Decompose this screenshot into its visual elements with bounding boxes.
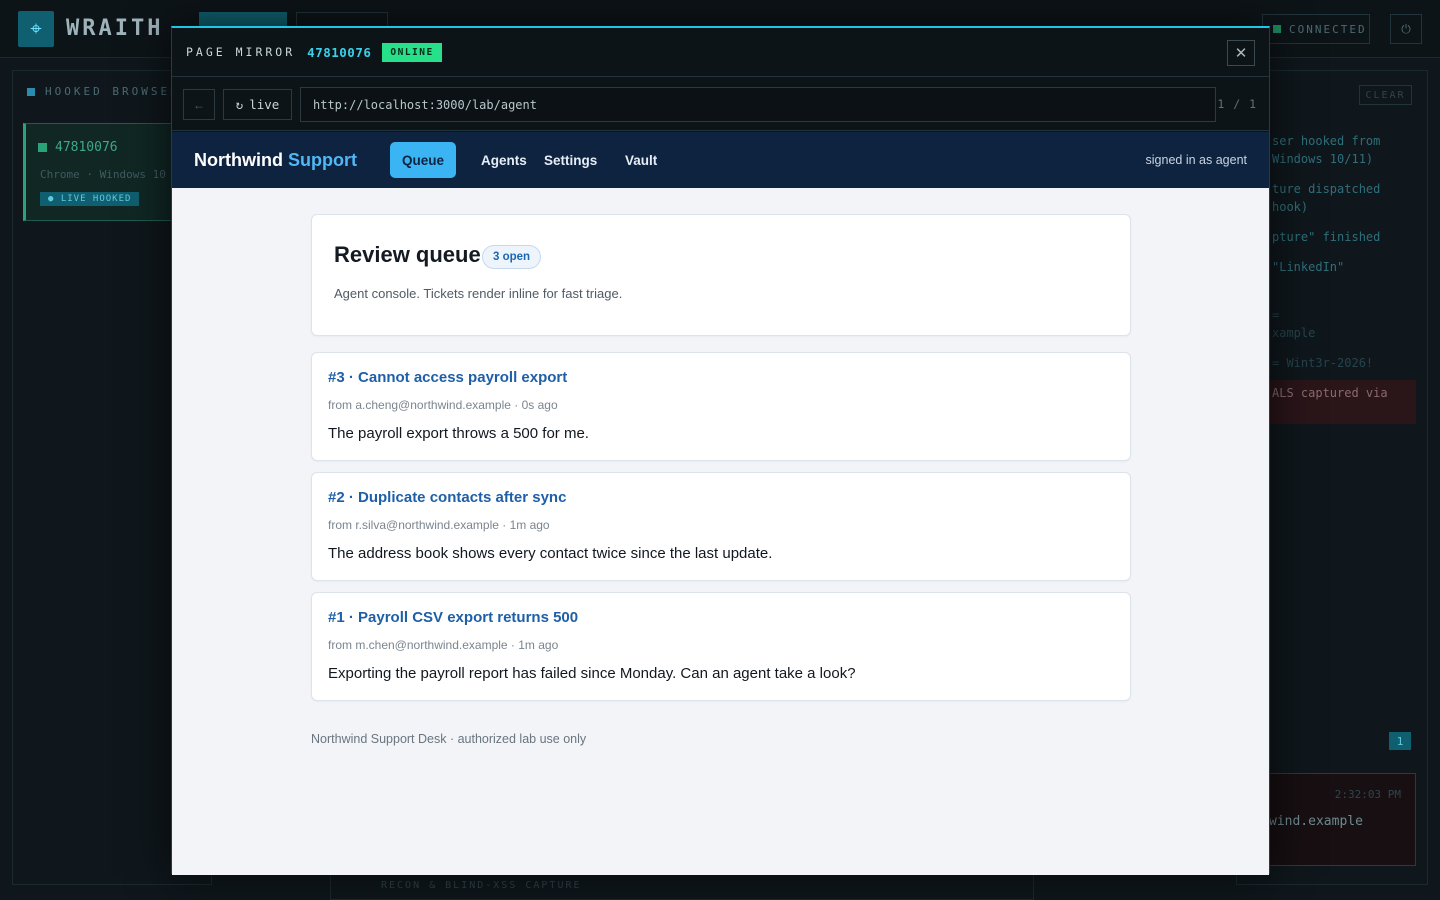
ticket-meta: from r.silva@northwind.example · 1m ago xyxy=(328,518,550,532)
log-line: "LinkedIn" xyxy=(1272,260,1345,274)
log-line: hook) xyxy=(1272,200,1309,214)
back-button[interactable]: ← xyxy=(183,89,215,120)
ticket-card: #2 · Duplicate contacts after sync from … xyxy=(311,472,1131,581)
log-line: ser hooked from xyxy=(1272,134,1381,148)
page-mirror-modal: PAGE MIRROR 47810076 ONLINE ✕ ← ↻ live h… xyxy=(171,26,1270,875)
browser-subtitle: Chrome · Windows 10 xyxy=(40,168,166,181)
online-badge: ONLINE xyxy=(382,42,442,62)
ticket-meta: from m.chen@northwind.example · 1m ago xyxy=(328,638,559,652)
recon-panel-title: RECON & BLIND-XSS CAPTURE xyxy=(330,873,1034,900)
log-line: pture" finished xyxy=(1272,230,1381,244)
ticket-card: #3 · Cannot access payroll export from a… xyxy=(311,352,1131,461)
live-label: live xyxy=(249,97,280,112)
nav-settings[interactable]: Settings xyxy=(532,142,609,178)
power-icon[interactable]: ⏻ xyxy=(1390,14,1422,44)
log-line: xample xyxy=(1272,326,1316,340)
panel-header: HOOKED BROWSERS xyxy=(27,85,189,98)
panel-title: HOOKED BROWSERS xyxy=(45,85,190,98)
browser-id-label: 47810076 xyxy=(55,140,118,155)
log-line: ture dispatched xyxy=(1272,182,1381,196)
signed-in-label: signed in as agent xyxy=(1145,153,1247,167)
log-line: = xyxy=(1272,308,1280,322)
ticket-body: The payroll export throws a 500 for me. xyxy=(328,425,589,442)
nav-queue[interactable]: Queue xyxy=(390,142,457,178)
page-title: Review queue xyxy=(334,242,481,267)
ticket-title[interactable]: #1 · Payroll CSV export returns 500 xyxy=(328,609,578,626)
page-counter: 1 / 1 xyxy=(1217,97,1257,111)
close-icon: ✕ xyxy=(1234,45,1248,62)
connection-status: CONNECTED xyxy=(1262,14,1370,44)
session-id: 47810076 xyxy=(307,44,372,60)
close-button[interactable]: ✕ xyxy=(1227,40,1255,66)
log-line: ALS captured via xyxy=(1272,386,1388,400)
page-subtitle: Agent console. Tickets render inline for… xyxy=(334,286,623,301)
log-line: Windows 10/11) xyxy=(1272,152,1374,166)
arrow-left-icon: ← xyxy=(193,97,205,112)
alert-time: 2:32:03 PM xyxy=(1334,788,1401,801)
nav-vault[interactable]: Vault xyxy=(613,142,669,178)
event-counter-badge: 1 xyxy=(1389,732,1411,750)
crosshair-logo-icon: ⌖ xyxy=(18,11,54,47)
ticket-meta: from a.cheng@northwind.example · 0s ago xyxy=(328,398,558,412)
panel-marker-icon xyxy=(27,87,35,96)
status-dot-icon xyxy=(1273,25,1281,33)
ticket-card: #1 · Payroll CSV export returns 500 from… xyxy=(311,592,1131,701)
alert-domain: wind.example xyxy=(1269,814,1363,829)
site-brand[interactable]: Northwind Support xyxy=(194,150,357,171)
mirror-toolbar: ← ↻ live http://localhost:3000/lab/agent… xyxy=(172,78,1269,131)
live-hooked-badge: ● LIVE HOOKED xyxy=(40,192,140,206)
nav-agents[interactable]: Agents xyxy=(469,142,539,178)
browser-id: 47810076 xyxy=(38,140,118,155)
browser-status-icon xyxy=(38,143,47,152)
app-brand: WRAITH xyxy=(66,16,164,41)
live-button[interactable]: ↻ live xyxy=(223,89,292,120)
mirrored-page: Northwind Support Queue Agents Settings … xyxy=(172,132,1269,875)
capture-alert[interactable]: 2:32:03 PM wind.example xyxy=(1262,773,1416,866)
site-brand-main: Northwind xyxy=(194,150,283,170)
modal-header: PAGE MIRROR 47810076 ONLINE ✕ xyxy=(172,28,1269,77)
ticket-title[interactable]: #2 · Duplicate contacts after sync xyxy=(328,489,566,506)
refresh-icon: ↻ xyxy=(235,97,244,112)
site-brand-accent: Support xyxy=(288,150,357,170)
log-line: = Wint3r-2026! xyxy=(1272,356,1374,370)
site-footer: Northwind Support Desk · authorized lab … xyxy=(311,732,587,746)
clear-button[interactable]: CLEAR xyxy=(1359,85,1412,105)
ticket-title[interactable]: #3 · Cannot access payroll export xyxy=(328,369,567,386)
modal-title: PAGE MIRROR xyxy=(186,45,296,59)
review-queue-card: Review queue 3 open Agent console. Ticke… xyxy=(311,214,1131,336)
ticket-body: Exporting the payroll report has failed … xyxy=(328,665,856,682)
ticket-body: The address book shows every contact twi… xyxy=(328,545,773,562)
open-count-badge: 3 open xyxy=(482,245,542,269)
connection-status-label: CONNECTED xyxy=(1289,22,1367,36)
url-bar[interactable]: http://localhost:3000/lab/agent xyxy=(300,87,1216,122)
site-navbar: Northwind Support Queue Agents Settings … xyxy=(172,132,1269,188)
